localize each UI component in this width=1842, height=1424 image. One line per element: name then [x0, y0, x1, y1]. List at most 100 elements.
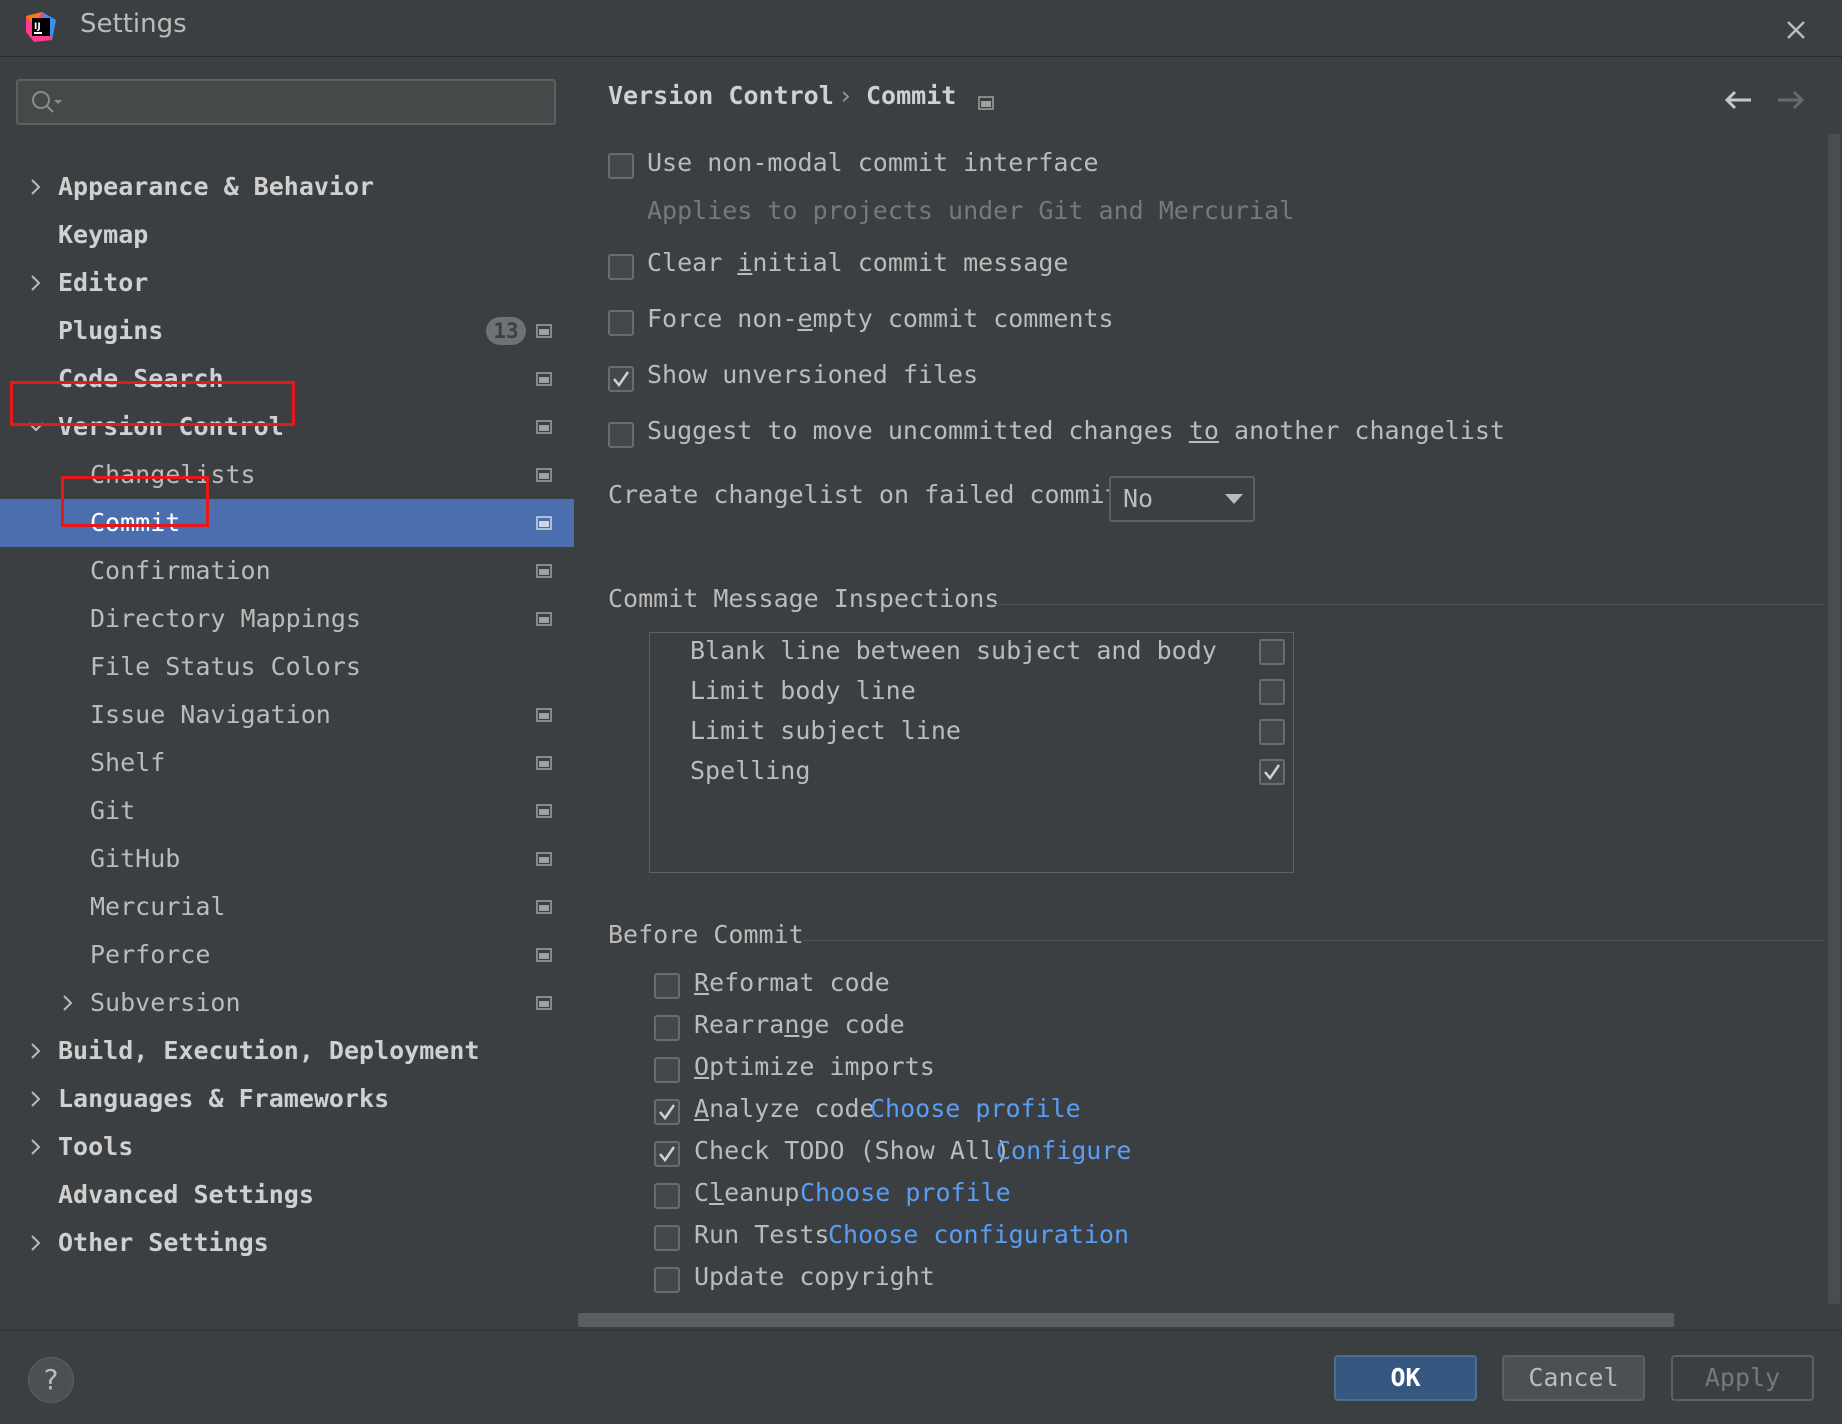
sidebar-item-directory-mappings[interactable]: Directory Mappings	[0, 595, 574, 643]
sidebar-item-plugins[interactable]: Plugins 13	[0, 307, 574, 355]
sidebar-item-label: Issue Navigation	[90, 700, 331, 729]
sidebar-item-label: Advanced Settings	[58, 1180, 314, 1209]
svg-text:IJ: IJ	[34, 22, 41, 32]
chevron-right-icon[interactable]	[58, 993, 78, 1013]
horizontal-scrollbar[interactable]	[578, 1313, 1674, 1327]
project-settings-icon	[536, 324, 552, 338]
run-tests-checkbox[interactable]	[654, 1225, 680, 1251]
sidebar-item-label: Plugins	[58, 316, 164, 345]
project-settings-icon	[536, 708, 552, 722]
sidebar-item-appearance-behavior[interactable]: Appearance & Behavior	[0, 163, 574, 211]
before-commit-section-title: Before Commit	[608, 920, 804, 949]
clear-initial-message-label: Clear initial commit message	[647, 248, 1069, 277]
sidebar-item-tools[interactable]: Tools	[0, 1123, 574, 1171]
project-settings-icon	[536, 468, 552, 482]
inspection-spelling-checkbox[interactable]	[1259, 759, 1285, 785]
force-nonempty-checkbox[interactable]	[608, 310, 634, 336]
non-modal-checkbox[interactable]	[608, 153, 634, 179]
cleanup-choose-profile-link[interactable]: Choose profile	[800, 1178, 1011, 1207]
sidebar-item-editor[interactable]: Editor	[0, 259, 574, 307]
sidebar-item-other-settings[interactable]: Other Settings	[0, 1219, 574, 1267]
non-modal-hint: Applies to projects under Git and Mercur…	[647, 196, 1295, 225]
reformat-code-checkbox[interactable]	[654, 973, 680, 999]
check-todo-checkbox[interactable]	[654, 1141, 680, 1167]
reformat-code-label: Reformat code	[694, 968, 890, 997]
sidebar-item-issue-navigation[interactable]: Issue Navigation	[0, 691, 574, 739]
project-settings-icon	[536, 852, 552, 866]
run-tests-label: Run Tests	[694, 1220, 830, 1249]
help-button[interactable]: ?	[28, 1357, 74, 1403]
sidebar-item-label: Tools	[58, 1132, 134, 1161]
todo-configure-link[interactable]: Configure	[996, 1136, 1131, 1165]
vertical-scrollbar[interactable]	[1828, 134, 1840, 1304]
project-settings-icon	[536, 420, 552, 434]
show-unversioned-checkbox[interactable]	[608, 366, 634, 392]
inspection-label: Blank line between subject and body	[690, 636, 1217, 665]
sidebar-item-github[interactable]: GitHub	[0, 835, 574, 883]
sidebar-item-label: Other Settings	[58, 1228, 269, 1257]
chevron-right-icon[interactable]	[26, 177, 46, 197]
dropdown-value: No	[1123, 484, 1154, 513]
breadcrumb-separator: ›	[838, 81, 854, 110]
project-settings-icon	[536, 516, 552, 530]
sidebar-item-label: Subversion	[90, 988, 241, 1017]
plugins-update-badge: 13	[486, 317, 526, 345]
rearrange-code-checkbox[interactable]	[654, 1015, 680, 1041]
apply-button[interactable]: Apply	[1671, 1355, 1814, 1401]
project-settings-icon	[536, 948, 552, 962]
checkmark-icon	[1264, 764, 1281, 781]
chevron-right-icon[interactable]	[26, 273, 46, 293]
sidebar-item-file-status-colors[interactable]: File Status Colors	[0, 643, 574, 691]
cancel-button[interactable]: Cancel	[1502, 1355, 1645, 1401]
window-title: Settings	[80, 9, 187, 39]
sidebar-item-advanced-settings[interactable]: Advanced Settings	[0, 1171, 574, 1219]
sidebar-item-build-execution-deployment[interactable]: Build, Execution, Deployment	[0, 1027, 574, 1075]
clear-initial-message-checkbox[interactable]	[608, 254, 634, 280]
sidebar-item-subversion[interactable]: Subversion	[0, 979, 574, 1027]
changelist-on-failed-dropdown[interactable]: No	[1109, 476, 1255, 522]
run-tests-choose-configuration-link[interactable]: Choose configuration	[828, 1220, 1129, 1249]
dialog-button-bar: ? OK Cancel Apply	[0, 1330, 1842, 1424]
chevron-right-icon[interactable]	[26, 1041, 46, 1061]
sidebar-item-languages-frameworks[interactable]: Languages & Frameworks	[0, 1075, 574, 1123]
inspection-blank-line-checkbox[interactable]	[1259, 639, 1285, 665]
cleanup-label: Cleanup	[694, 1178, 800, 1207]
highlight-box-version-control	[10, 381, 295, 426]
non-modal-label: Use non-modal commit interface	[647, 148, 1099, 177]
sidebar-item-label: Directory Mappings	[90, 604, 361, 633]
sidebar-item-shelf[interactable]: Shelf	[0, 739, 574, 787]
close-icon[interactable]	[1778, 12, 1814, 48]
sidebar-item-keymap[interactable]: Keymap	[0, 211, 574, 259]
back-arrow-icon[interactable]	[1723, 89, 1753, 111]
chevron-right-icon[interactable]	[26, 1137, 46, 1157]
check-todo-label: Check TODO (Show All)	[694, 1136, 1011, 1165]
inspection-body-line-checkbox[interactable]	[1259, 679, 1285, 705]
update-copyright-checkbox[interactable]	[654, 1267, 680, 1293]
inspection-subject-line-checkbox[interactable]	[1259, 719, 1285, 745]
sidebar-item-label: File Status Colors	[90, 652, 361, 681]
ok-button[interactable]: OK	[1334, 1355, 1477, 1401]
sidebar-item-label: Confirmation	[90, 556, 271, 585]
optimize-imports-checkbox[interactable]	[654, 1057, 680, 1083]
chevron-right-icon[interactable]	[26, 1233, 46, 1253]
chevron-right-icon[interactable]	[26, 1089, 46, 1109]
cleanup-checkbox[interactable]	[654, 1183, 680, 1209]
forward-arrow-icon[interactable]	[1776, 89, 1806, 111]
checkmark-icon	[659, 1104, 676, 1121]
sidebar-item-confirmation[interactable]: Confirmation	[0, 547, 574, 595]
sidebar-item-git[interactable]: Git	[0, 787, 574, 835]
sidebar-item-label: Shelf	[90, 748, 166, 777]
sidebar-item-perforce[interactable]: Perforce	[0, 931, 574, 979]
analyze-code-checkbox[interactable]	[654, 1099, 680, 1125]
force-nonempty-label: Force non-empty commit comments	[647, 304, 1114, 333]
sidebar-item-label: GitHub	[90, 844, 181, 873]
project-settings-icon	[536, 804, 552, 818]
inspections-section-title: Commit Message Inspections	[608, 584, 1000, 613]
sidebar-item-label: Perforce	[90, 940, 211, 969]
sidebar-item-mercurial[interactable]: Mercurial	[0, 883, 574, 931]
analyze-choose-profile-link[interactable]: Choose profile	[870, 1094, 1081, 1123]
search-input[interactable]	[16, 79, 556, 125]
suggest-move-checkbox[interactable]	[608, 422, 634, 448]
sidebar-item-label: Languages & Frameworks	[58, 1084, 390, 1113]
breadcrumb-parent[interactable]: Version Control	[608, 81, 834, 110]
